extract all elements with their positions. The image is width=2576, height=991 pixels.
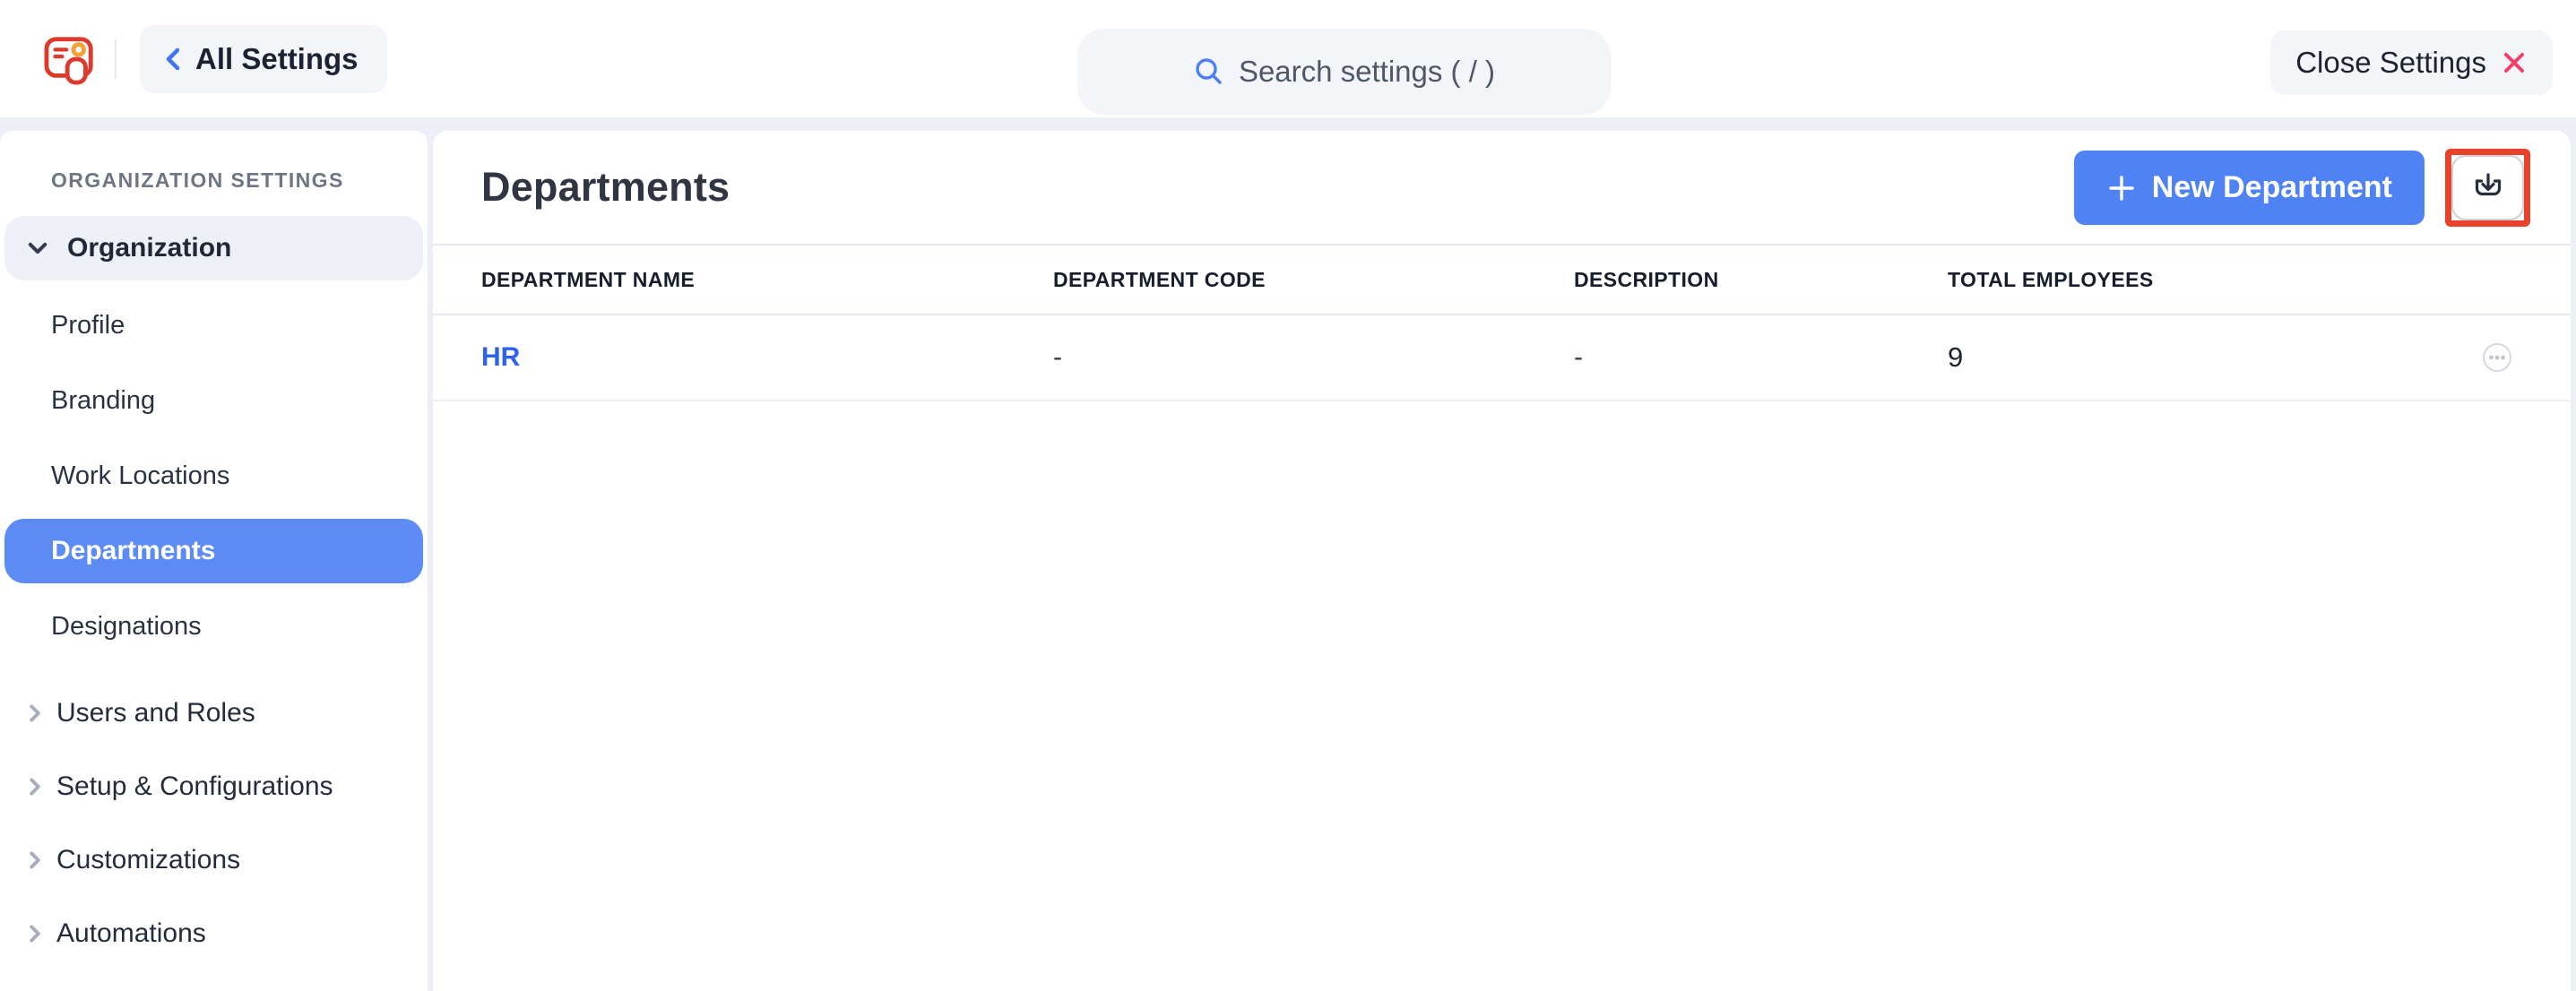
column-header-department-code: DEPARTMENT CODE	[1053, 268, 1574, 292]
chevron-right-icon	[22, 921, 48, 946]
sidebar-group-organization[interactable]: Organization	[4, 216, 423, 280]
chevron-right-icon	[22, 848, 48, 873]
ellipsis-icon	[2482, 342, 2512, 373]
column-header-department-name: DEPARTMENT NAME	[481, 268, 1053, 292]
close-icon	[2501, 49, 2528, 76]
sidebar-item-branding[interactable]: Branding	[0, 363, 428, 438]
sidebar-group-users-and-roles[interactable]: Users and Roles	[0, 676, 428, 750]
column-header-description: DESCRIPTION	[1574, 268, 1948, 292]
sidebar-item-designations[interactable]: Designations	[0, 589, 428, 664]
sidebar-item-label: Work Locations	[51, 461, 229, 491]
departments-header: Departments New Department	[433, 131, 2571, 244]
all-settings-button[interactable]: All Settings	[140, 25, 387, 93]
sidebar-item-departments[interactable]: Departments	[4, 519, 423, 583]
header-actions: New Department	[2074, 146, 2530, 229]
sidebar-group-label: Organization	[67, 233, 231, 263]
departments-table: DEPARTMENT NAME DEPARTMENT CODE DESCRIPT…	[433, 244, 2571, 401]
all-settings-label: All Settings	[195, 42, 359, 76]
settings-shell: ORGANIZATION SETTINGS Organization Profi…	[0, 131, 2576, 991]
search-icon	[1193, 56, 1225, 88]
annotation-highlight	[2445, 149, 2530, 227]
sidebar: ORGANIZATION SETTINGS Organization Profi…	[0, 131, 428, 991]
sidebar-group-label: Users and Roles	[56, 698, 255, 728]
sidebar-item-label: Designations	[51, 612, 202, 642]
sidebar-item-work-locations[interactable]: Work Locations	[0, 438, 428, 513]
sidebar-section-title: ORGANIZATION SETTINGS	[51, 168, 428, 193]
sidebar-group-label: Customizations	[56, 845, 240, 875]
chevron-left-icon	[161, 44, 185, 74]
zoho-people-logo-icon[interactable]	[43, 33, 99, 85]
chevron-right-icon	[22, 701, 48, 726]
close-settings-button[interactable]: Close Settings	[2270, 30, 2553, 95]
topbar-divider	[115, 39, 117, 79]
sidebar-collapsed-groups: Users and Roles Setup & Configurations C…	[0, 676, 428, 970]
description-cell: -	[1574, 342, 1948, 373]
row-actions-button[interactable]	[2481, 341, 2513, 374]
department-name-link[interactable]: HR	[481, 342, 1053, 373]
sidebar-group-automations[interactable]: Automations	[0, 897, 428, 970]
sidebar-item-label: Profile	[51, 311, 125, 340]
column-header-total-employees: TOTAL EMPLOYEES	[1948, 268, 2396, 292]
topbar: All Settings Search settings ( / ) Close…	[0, 0, 2576, 117]
import-export-button[interactable]	[2451, 155, 2524, 220]
new-department-label: New Department	[2152, 170, 2392, 205]
import-icon	[2469, 170, 2507, 206]
search-settings-input[interactable]: Search settings ( / )	[1077, 29, 1611, 115]
sidebar-item-profile[interactable]: Profile	[0, 288, 428, 363]
close-settings-label: Close Settings	[2295, 46, 2486, 80]
total-employees-cell: 9	[1948, 341, 2396, 374]
plus-icon	[2106, 173, 2137, 203]
sidebar-item-label: Branding	[51, 386, 155, 416]
sidebar-group-setup-configurations[interactable]: Setup & Configurations	[0, 750, 428, 823]
search-placeholder: Search settings ( / )	[1239, 55, 1495, 89]
sidebar-group-label: Setup & Configurations	[56, 771, 333, 802]
sidebar-item-label: Departments	[51, 536, 215, 566]
organization-subitems: Profile Branding Work Locations Departme…	[0, 288, 428, 664]
new-department-button[interactable]: New Department	[2074, 151, 2425, 225]
table-row: HR - - 9	[433, 315, 2571, 401]
page-title: Departments	[481, 164, 730, 211]
chevron-right-icon	[22, 774, 48, 799]
department-code-cell: -	[1053, 342, 1574, 373]
chevron-down-icon	[24, 235, 51, 262]
table-header-row: DEPARTMENT NAME DEPARTMENT CODE DESCRIPT…	[433, 244, 2571, 315]
sidebar-group-label: Automations	[56, 918, 206, 949]
sidebar-group-customizations[interactable]: Customizations	[0, 823, 428, 897]
departments-panel: Departments New Department	[433, 131, 2571, 991]
